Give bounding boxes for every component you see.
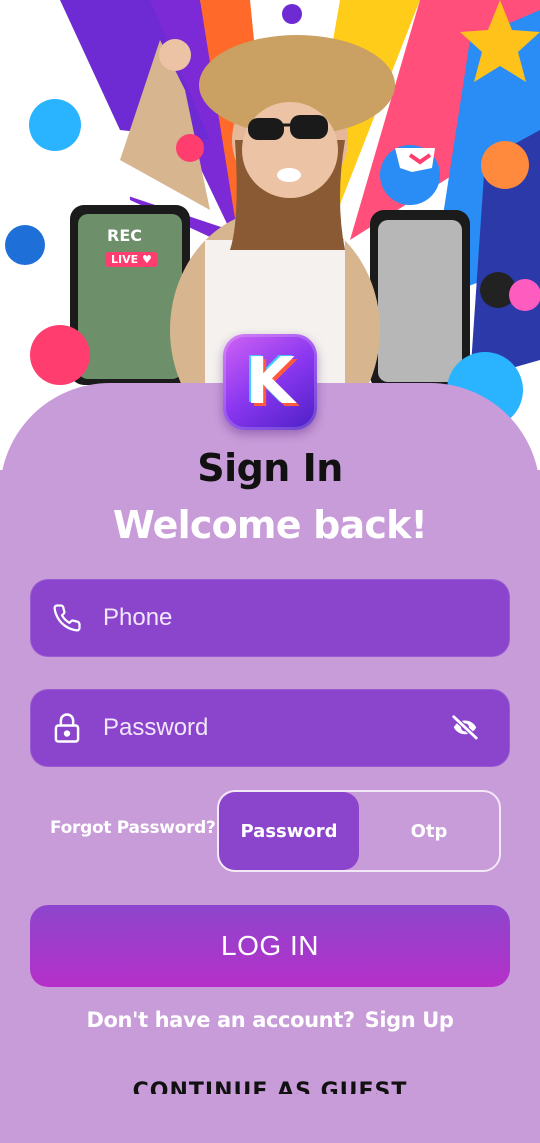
- phone-input[interactable]: [103, 604, 509, 632]
- welcome-subtitle: Welcome back!: [112, 503, 428, 547]
- login-button[interactable]: LOG IN: [30, 905, 510, 987]
- rec-label: REC: [107, 226, 142, 245]
- login-mode-toggle[interactable]: Password Otp: [217, 790, 501, 872]
- continue-as-guest-link[interactable]: CONTINUE AS GUEST: [133, 1078, 408, 1094]
- password-field[interactable]: [30, 689, 510, 767]
- eye-off-icon[interactable]: [447, 710, 483, 746]
- guest-link-container: CONTINUE AS GUEST: [0, 1078, 540, 1094]
- password-input[interactable]: [103, 714, 447, 742]
- signup-link[interactable]: Sign Up: [365, 1008, 454, 1032]
- toggle-password-option[interactable]: Password: [219, 792, 359, 870]
- forgot-password-link[interactable]: Forgot Password?: [50, 818, 216, 838]
- page-title: Sign In: [197, 446, 343, 490]
- app-logo: K: [223, 334, 317, 430]
- live-badge: LIVE ♥: [105, 252, 158, 267]
- signup-prompt: Don't have an account?: [86, 1008, 355, 1032]
- signup-row: Don't have an account? Sign Up: [0, 1008, 540, 1032]
- live-label: LIVE: [111, 253, 139, 266]
- toggle-otp-option[interactable]: Otp: [359, 792, 499, 870]
- phone-icon: [49, 600, 85, 636]
- lock-icon: [49, 710, 85, 746]
- phone-field[interactable]: [30, 579, 510, 657]
- app-logo-letter: K: [245, 345, 295, 419]
- heart-icon: ♥: [141, 253, 152, 266]
